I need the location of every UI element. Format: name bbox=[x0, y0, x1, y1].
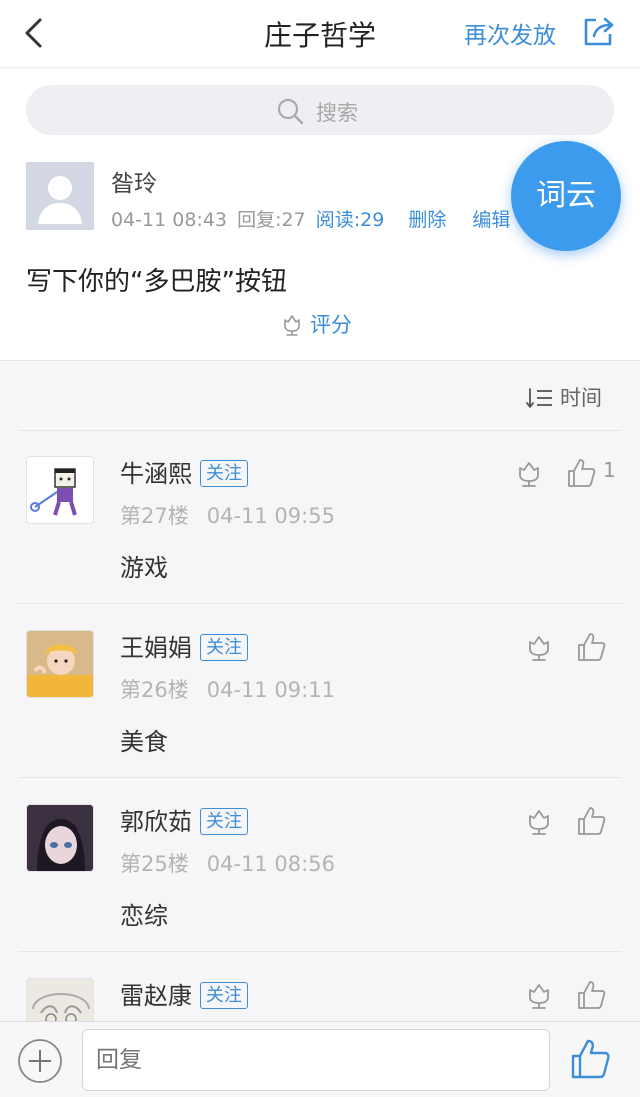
like-count: 1 bbox=[603, 458, 616, 482]
thumbs-up-icon[interactable] bbox=[576, 979, 608, 1011]
reply-bar bbox=[0, 1021, 640, 1097]
comment-time: 04-11 09:55 bbox=[206, 504, 335, 528]
post-content: 写下你的“多巴胺”按钮 bbox=[26, 267, 287, 297]
flower-icon bbox=[284, 315, 300, 336]
comment-meta: 第27楼 04-11 09:55 bbox=[120, 500, 335, 530]
default-avatar-icon bbox=[26, 162, 94, 230]
comment-time: 04-11 08:56 bbox=[206, 852, 335, 876]
read-count[interactable]: 阅读:29 bbox=[316, 209, 385, 231]
reply-input[interactable] bbox=[82, 1029, 550, 1091]
author-avatar[interactable] bbox=[26, 162, 94, 230]
search-icon bbox=[277, 98, 304, 125]
commenter-name[interactable]: 王娟娟 关注 bbox=[120, 628, 248, 663]
commenter-avatar[interactable] bbox=[26, 630, 94, 698]
comment-meta: 第26楼 04-11 09:11 bbox=[120, 674, 335, 704]
floor-number: 第27楼 bbox=[120, 504, 189, 528]
commenter-name[interactable]: 郭欣茹 关注 bbox=[120, 802, 248, 837]
commenter-name-text: 郭欣茹 bbox=[120, 808, 192, 836]
thumbs-up-icon[interactable] bbox=[576, 805, 608, 837]
sort-label: 时间 bbox=[560, 386, 602, 410]
word-cloud-button[interactable]: 词云 bbox=[511, 141, 621, 251]
sort-toggle[interactable]: 时间 bbox=[526, 382, 602, 412]
comment-item: 牛涵熙 关注 第27楼 04-11 09:55 游戏 1 bbox=[0, 430, 640, 604]
follow-button[interactable]: 关注 bbox=[200, 634, 248, 661]
rate-button[interactable]: 评分 bbox=[280, 309, 352, 339]
commenter-avatar[interactable] bbox=[26, 804, 94, 872]
comment-text: 游戏 bbox=[120, 554, 168, 582]
post-time: 04-11 08:43 bbox=[111, 209, 228, 231]
thumbs-up-icon[interactable] bbox=[566, 457, 598, 489]
comment-text: 恋综 bbox=[120, 902, 168, 930]
avatar-image bbox=[27, 457, 93, 523]
flower-icon[interactable] bbox=[514, 458, 544, 488]
rate-label: 评分 bbox=[310, 313, 352, 337]
commenter-name[interactable]: 牛涵熙 关注 bbox=[120, 454, 248, 489]
flower-icon[interactable] bbox=[524, 806, 554, 836]
share-icon[interactable] bbox=[580, 12, 618, 50]
search-bar[interactable]: 搜索 bbox=[26, 85, 614, 135]
sort-icon bbox=[526, 388, 552, 408]
thumbs-up-icon[interactable] bbox=[576, 631, 608, 663]
floor-number: 第26楼 bbox=[120, 678, 189, 702]
commenter-name-text: 王娟娟 bbox=[120, 634, 192, 662]
commenter-avatar[interactable] bbox=[26, 456, 94, 524]
reply-count: 回复:27 bbox=[237, 209, 306, 231]
flower-icon[interactable] bbox=[524, 980, 554, 1010]
comment-meta: 第25楼 04-11 08:56 bbox=[120, 848, 335, 878]
floor-number: 第25楼 bbox=[120, 852, 189, 876]
commenter-name[interactable]: 雷赵康 关注 bbox=[120, 976, 248, 1011]
post-meta: 04-11 08:43 回复:27 阅读:29 删除 编辑 bbox=[111, 205, 510, 232]
comment-item: 王娟娟 关注 第26楼 04-11 09:11 美食 bbox=[0, 604, 640, 778]
resend-button[interactable]: 再次发放 bbox=[464, 16, 556, 50]
follow-button[interactable]: 关注 bbox=[200, 982, 248, 1009]
comment-text: 美食 bbox=[120, 728, 168, 756]
follow-button[interactable]: 关注 bbox=[200, 460, 248, 487]
follow-button[interactable]: 关注 bbox=[200, 808, 248, 835]
author-name[interactable]: 昝玲 bbox=[111, 164, 157, 198]
flower-icon[interactable] bbox=[524, 632, 554, 662]
add-attachment-icon[interactable] bbox=[17, 1038, 63, 1084]
avatar-image bbox=[27, 805, 93, 871]
comment-item: 郭欣茹 关注 第25楼 04-11 08:56 恋综 bbox=[0, 778, 640, 952]
search-placeholder: 搜索 bbox=[316, 101, 358, 125]
thumbs-up-icon[interactable] bbox=[570, 1038, 612, 1080]
commenter-name-text: 牛涵熙 bbox=[120, 460, 192, 488]
comment-time: 04-11 09:11 bbox=[206, 678, 335, 702]
avatar-image bbox=[27, 631, 93, 697]
commenter-name-text: 雷赵康 bbox=[120, 982, 192, 1010]
edit-link[interactable]: 编辑 bbox=[472, 209, 510, 231]
delete-link[interactable]: 删除 bbox=[408, 209, 446, 231]
nav-bar: 庄子哲学 再次发放 bbox=[0, 0, 640, 68]
